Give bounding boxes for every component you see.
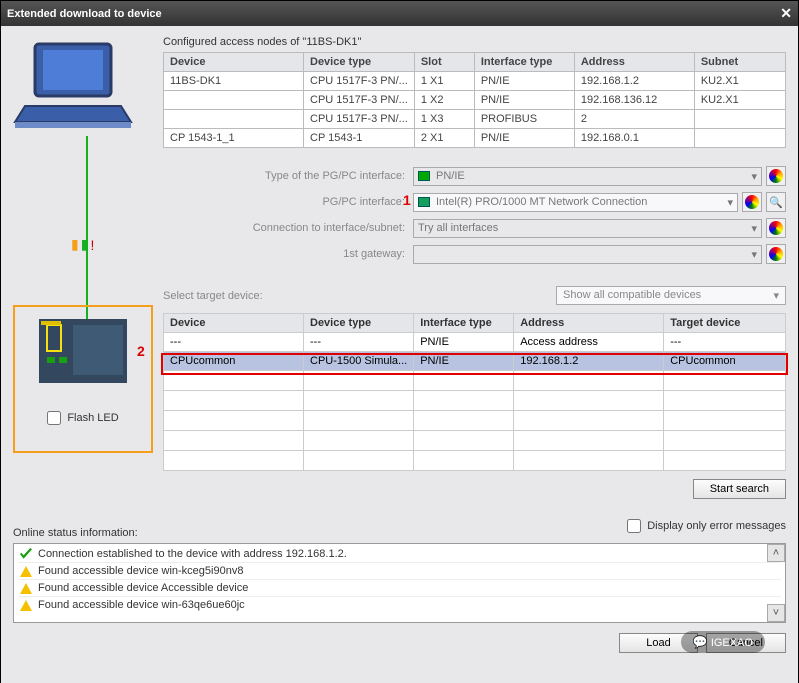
flash-led-checkbox[interactable]: Flash LED [47,411,118,425]
gw-combo[interactable]: ▾ [413,245,762,264]
brand-watermark: 💬 IGEXAO [681,631,765,653]
pgpc-if-config-button[interactable] [742,192,762,212]
table-row[interactable]: CP 1543-1_1CP 1543-12 X1PN/IE192.168.0.1 [164,129,786,148]
table-row[interactable]: CPU 1517F-3 PN/...1 X2PN/IE192.168.136.1… [164,91,786,110]
pgpc-type-combo[interactable]: PN/IE▾ [413,167,762,186]
error-only-checkbox[interactable]: Display only error messages [627,519,786,533]
chevron-down-icon: ▾ [751,222,757,235]
table-row [164,411,786,431]
tcol-device[interactable]: Device [164,314,304,333]
window-title: Extended download to device [7,8,162,20]
table-row [164,451,786,471]
titlebar: Extended download to device ✕ [1,1,798,26]
ok-icon [20,548,32,560]
access-caption: Configured access nodes of "11BS-DK1" [163,36,786,48]
laptop-graphic: ▮ ▮ ! [13,36,163,305]
chevron-down-icon: ▾ [773,289,779,302]
col-dtype[interactable]: Device type [304,53,415,72]
chevron-down-icon: ▾ [751,170,757,183]
col-device[interactable]: Device [164,53,304,72]
annotation-1: 1 [403,192,411,208]
plc-icon [33,313,133,389]
status-item[interactable]: Found accessible device win-kceg5i90nv8 [18,563,781,580]
table-row[interactable]: 11BS-DK1CPU 1517F-3 PN/...1 X1PN/IE192.1… [164,72,786,91]
col-slot[interactable]: Slot [414,53,474,72]
status-item[interactable]: Connection established to the device wit… [18,546,781,563]
table-row[interactable]: CPU 1517F-3 PN/...1 X3PROFIBUS2 [164,110,786,129]
select-target-label: Select target device: [163,290,263,302]
tcol-tdev[interactable]: Target device [664,314,786,333]
pgpc-type-config-button[interactable] [766,166,786,186]
start-search-button[interactable]: Start search [693,479,786,499]
plc-graphic-box: 2 Flash LED [13,305,153,453]
col-subnet[interactable]: Subnet [694,53,785,72]
conn-combo[interactable]: Try all interfaces▾ [413,219,762,238]
status-list: Connection established to the device wit… [13,543,786,623]
warn-icon [20,583,32,594]
tcol-dtype[interactable]: Device type [304,314,414,333]
gw-label: 1st gateway: [163,248,413,260]
annotation-2: 2 [137,343,145,359]
access-table: Device Device type Slot Interface type A… [163,52,786,148]
col-itype[interactable]: Interface type [474,53,574,72]
warn-icon [20,600,32,611]
pgpc-if-combo[interactable]: Intel(R) PRO/1000 MT Network Connection▾ [413,193,738,212]
table-row [164,431,786,451]
pgpc-if-search-button[interactable]: 🔍 [766,192,786,212]
select-target-combo[interactable]: Show all compatible devices▾ [556,286,786,305]
col-addr[interactable]: Address [574,53,694,72]
warn-icon [20,566,32,577]
chevron-down-icon: ▾ [751,248,757,261]
scroll-down-button[interactable]: ˅ [767,604,785,622]
tcol-itype[interactable]: Interface type [414,314,514,333]
table-row-selected[interactable]: CPUcommonCPU-1500 Simula...PN/IE192.168.… [164,352,786,371]
tcol-addr[interactable]: Address [514,314,664,333]
conn-label: Connection to interface/subnet: [163,222,413,234]
status-item[interactable]: Found accessible device win-63qe6ue60jc [18,597,781,613]
conn-config-button[interactable] [766,218,786,238]
table-row [164,371,786,391]
scroll-up-button[interactable]: ˄ [767,544,785,562]
chevron-down-icon: ▾ [727,196,733,209]
pgpc-if-label: PG/PC interface: [163,196,413,208]
status-item[interactable]: Found accessible device Accessible devic… [18,580,781,597]
table-row [164,391,786,411]
pgpc-type-label: Type of the PG/PC interface: [163,170,413,182]
target-table: Device Device type Interface type Addres… [163,313,786,471]
status-label: Online status information: [13,527,138,539]
table-row[interactable]: ------PN/IEAccess address--- [164,333,786,352]
close-icon[interactable]: ✕ [780,5,792,22]
gw-config-button[interactable] [766,244,786,264]
